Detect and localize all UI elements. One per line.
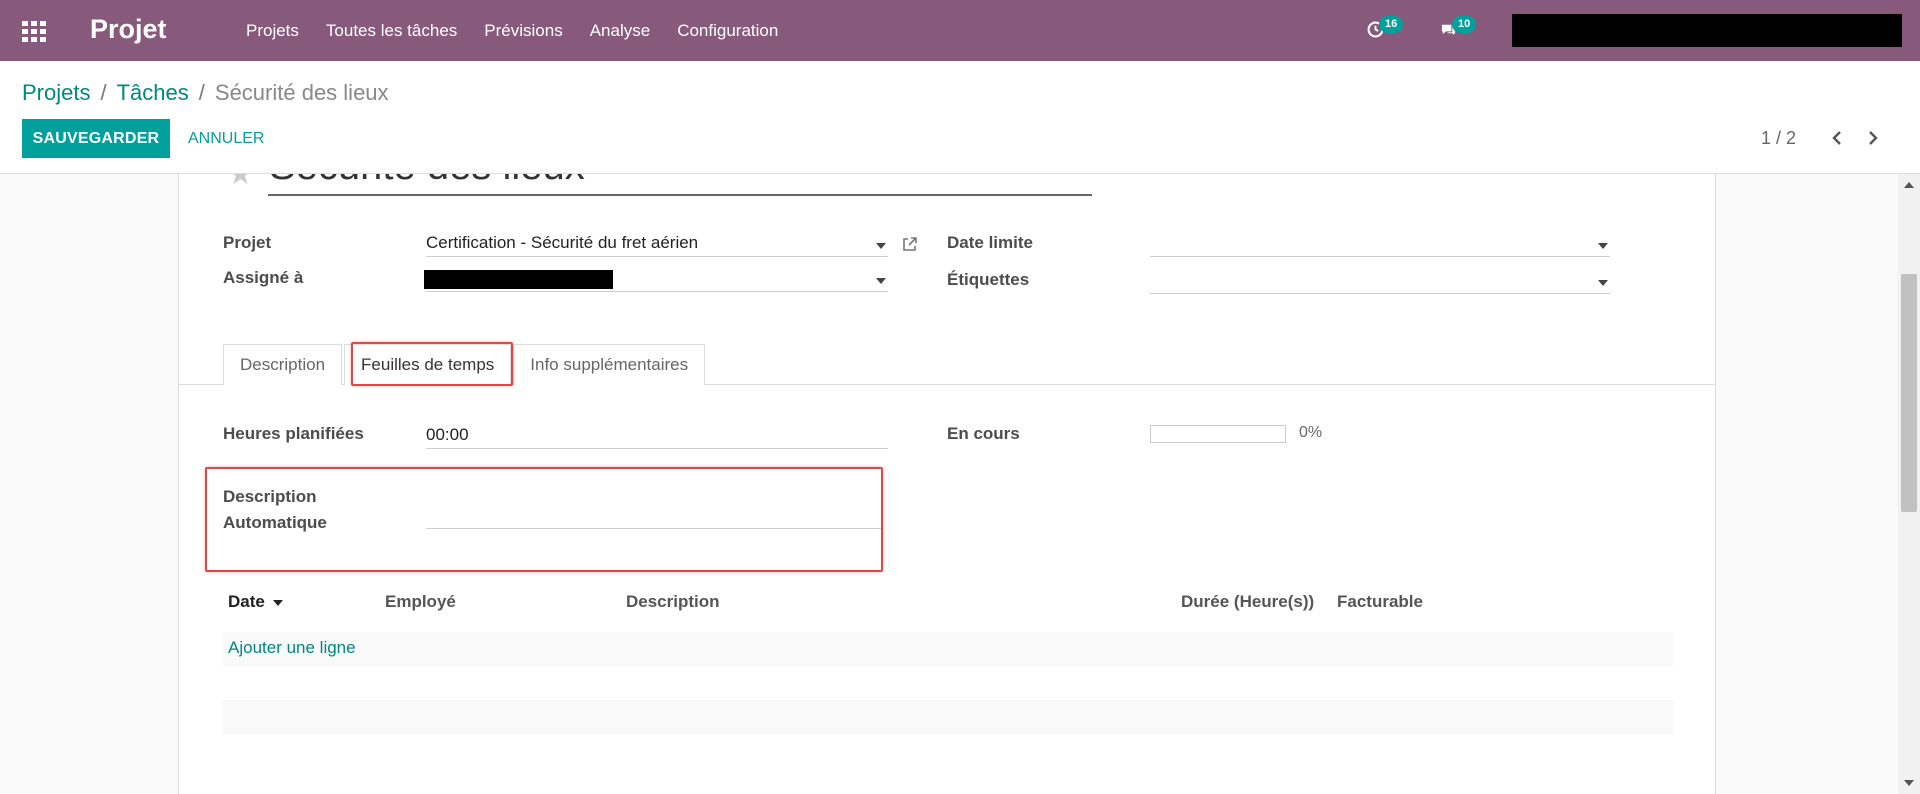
- project-value: Certification - Sécurité du fret aérien: [426, 233, 699, 252]
- control-panel: Projets / Tâches / Sécurité des lieux SA…: [0, 61, 1920, 174]
- planned-hours-value: 00:00: [426, 425, 469, 444]
- sort-desc-icon: [272, 599, 283, 606]
- apps-menu-icon[interactable]: [22, 21, 46, 42]
- progress-percent: 0%: [1299, 424, 1323, 441]
- assigned-field[interactable]: [424, 268, 888, 292]
- timesheet-table-header: Date Employé Description Durée (Heure(s)…: [223, 592, 1673, 622]
- column-description[interactable]: Description: [626, 592, 720, 612]
- planned-hours-label: Heures planifiées: [223, 424, 364, 443]
- pager-value[interactable]: 1 / 2: [1761, 128, 1796, 149]
- app-brand[interactable]: Projet: [90, 14, 167, 45]
- breadcrumb: Projets / Tâches / Sécurité des lieux: [22, 80, 389, 106]
- menu-item-configuration[interactable]: Configuration: [677, 21, 778, 41]
- scroll-down-icon[interactable]: [1904, 780, 1914, 786]
- main-menu: Projets Toutes les tâches Prévisions Ana…: [246, 0, 805, 61]
- deadline-field[interactable]: [1150, 233, 1610, 257]
- breadcrumb-separator: /: [100, 80, 107, 105]
- table-row: [223, 666, 1673, 700]
- star-icon[interactable]: ★: [227, 174, 254, 190]
- column-date[interactable]: Date: [228, 592, 283, 612]
- task-title-input[interactable]: Sécurité des lieux: [269, 174, 585, 189]
- tab-description[interactable]: Description: [223, 344, 343, 385]
- progress-bar: [1150, 425, 1286, 443]
- menu-item-previsions[interactable]: Prévisions: [484, 21, 562, 41]
- menu-item-analyse[interactable]: Analyse: [590, 21, 650, 41]
- page-scrollbar[interactable]: [1898, 174, 1920, 794]
- breadcrumb-taches[interactable]: Tâches: [117, 80, 189, 106]
- pager: 1 / 2: [1761, 127, 1884, 149]
- column-duree[interactable]: Durée (Heure(s)): [1181, 592, 1314, 612]
- column-facturable[interactable]: Facturable: [1337, 592, 1423, 612]
- tab-info-supplementaires[interactable]: Info supplémentaires: [513, 344, 706, 385]
- auto-description-highlight-box: [205, 467, 883, 572]
- add-line-link[interactable]: Ajouter une ligne: [228, 638, 356, 658]
- project-field[interactable]: Certification - Sécurité du fret aérien: [426, 233, 888, 257]
- chevron-down-icon: [1598, 280, 1608, 286]
- column-date-label: Date: [228, 592, 265, 611]
- menu-item-projets[interactable]: Projets: [246, 21, 299, 41]
- breadcrumb-current: Sécurité des lieux: [214, 80, 389, 105]
- save-button[interactable]: SAUVEGARDER: [22, 119, 170, 158]
- table-row: [223, 700, 1673, 734]
- chevron-left-icon: [1832, 131, 1841, 145]
- breadcrumb-separator: /: [198, 80, 205, 105]
- chevron-down-icon: [1598, 243, 1608, 249]
- redacted-assignee: [424, 270, 613, 289]
- chevron-down-icon: [876, 278, 886, 284]
- chevron-down-icon: [876, 243, 886, 249]
- planned-hours-input[interactable]: 00:00: [426, 425, 888, 449]
- cancel-button[interactable]: ANNULER: [188, 119, 264, 158]
- table-row-add: Ajouter une ligne: [223, 632, 1673, 666]
- in-progress-label: En cours: [947, 424, 1020, 443]
- messages-count-badge: 10: [1452, 16, 1477, 33]
- form-sheet: ★ Sécurité des lieux Projet Certificatio…: [178, 174, 1716, 794]
- breadcrumb-projets[interactable]: Projets: [22, 80, 90, 106]
- menu-item-toutes-les-taches[interactable]: Toutes les tâches: [326, 21, 457, 41]
- project-label: Projet: [223, 233, 272, 252]
- pager-next-button[interactable]: [1862, 127, 1884, 149]
- activity-count-badge: 16: [1379, 16, 1404, 33]
- assigned-label: Assigné à: [223, 268, 304, 287]
- top-navbar: Projet Projets Toutes les tâches Prévisi…: [0, 0, 1920, 61]
- column-employe[interactable]: Employé: [385, 592, 456, 612]
- title-area: ★ Sécurité des lieux: [179, 174, 1715, 198]
- scroll-up-icon[interactable]: [1904, 182, 1914, 188]
- chevron-right-icon: [1869, 131, 1878, 145]
- scrollbar-thumb[interactable]: [1901, 274, 1917, 512]
- external-link-icon[interactable]: [901, 235, 919, 253]
- tags-label: Étiquettes: [947, 270, 1030, 289]
- title-underline: [268, 194, 1092, 196]
- tags-field[interactable]: [1150, 270, 1610, 294]
- redacted-user-area: [1512, 14, 1902, 47]
- pager-previous-button[interactable]: [1826, 127, 1848, 149]
- deadline-label: Date limite: [947, 233, 1033, 252]
- tab-highlight-box: [351, 342, 513, 386]
